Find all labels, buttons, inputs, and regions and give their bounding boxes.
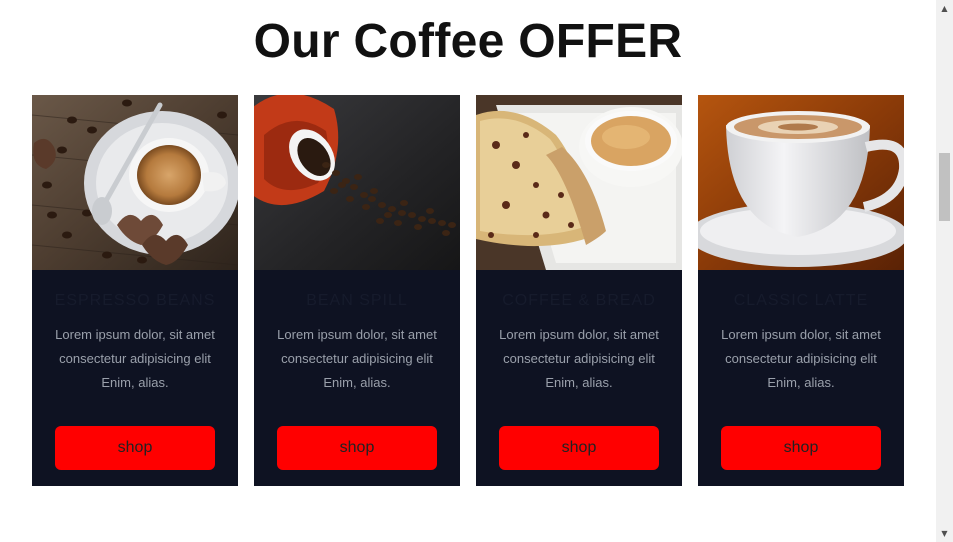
scroll-up-arrow-icon[interactable]: ▲ (936, 0, 953, 17)
espresso-cup-photo (32, 95, 238, 270)
shop-button[interactable]: shop (499, 426, 659, 470)
page-title: Our Coffee OFFER (253, 15, 683, 68)
latte-cup-photo (698, 95, 904, 270)
vertical-scrollbar[interactable]: ▲ ▼ (936, 0, 953, 542)
card-title: ESPRESSO BEANS (54, 292, 216, 309)
card-title: COFFEE & BREAD (502, 292, 656, 309)
scrollbar-thumb[interactable] (939, 153, 950, 221)
card-description: Lorem ipsum dolor, sit amet consectetur … (277, 327, 437, 390)
spilled-coffee-beans-photo (254, 95, 460, 270)
card-description: Lorem ipsum dolor, sit amet consectetur … (499, 327, 659, 390)
offer-card: BEAN SPILL Lorem ipsum dolor, sit amet c… (254, 95, 460, 486)
offer-card: COFFEE & BREAD Lorem ipsum dolor, sit am… (476, 95, 682, 486)
card-description: Lorem ipsum dolor, sit amet consectetur … (55, 327, 215, 390)
offer-card: CLASSIC LATTE Lorem ipsum dolor, sit ame… (698, 95, 904, 486)
card-title: BEAN SPILL (306, 292, 408, 309)
scroll-down-arrow-icon[interactable]: ▼ (936, 525, 953, 542)
shop-button[interactable]: shop (277, 426, 437, 470)
card-title: CLASSIC LATTE (733, 292, 869, 309)
card-description: Lorem ipsum dolor, sit amet consectetur … (721, 327, 881, 390)
offer-card: ESPRESSO BEANS Lorem ipsum dolor, sit am… (32, 95, 238, 486)
coffee-and-bread-photo (476, 95, 682, 270)
shop-button[interactable]: shop (55, 426, 215, 470)
shop-button[interactable]: shop (721, 426, 881, 470)
